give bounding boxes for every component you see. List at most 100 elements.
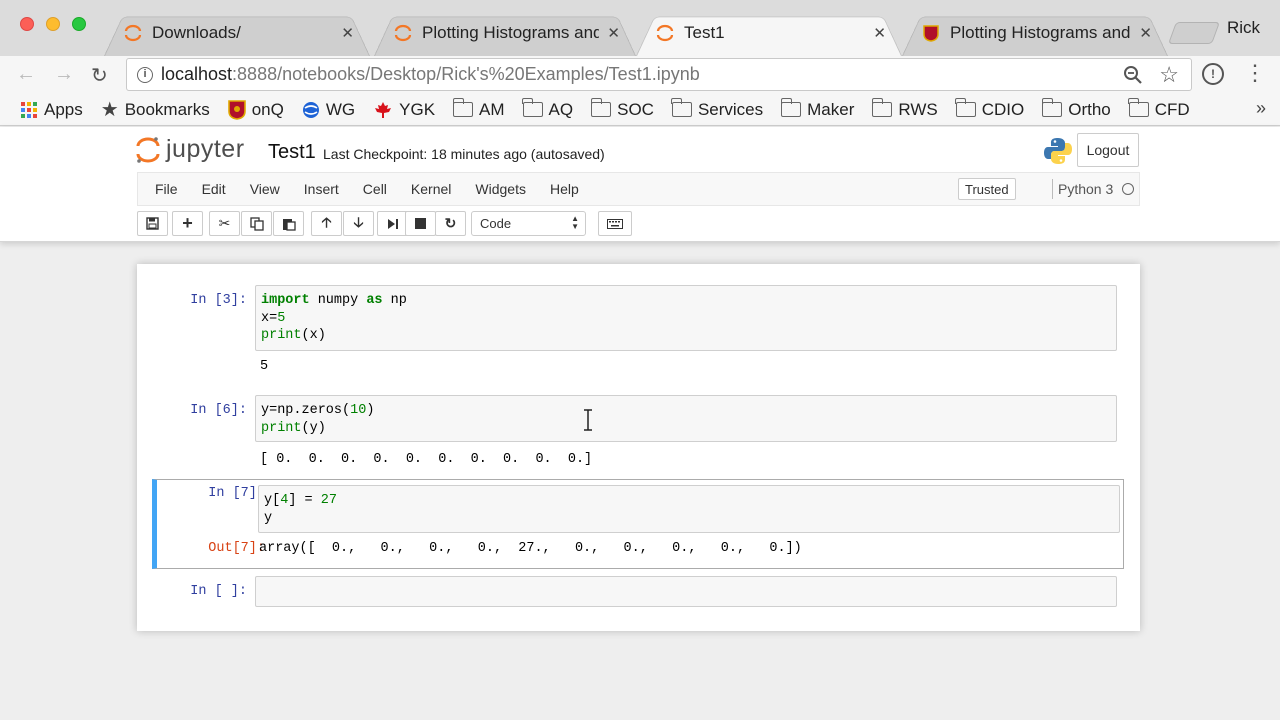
move-down-button[interactable]: 🡣	[343, 211, 374, 236]
bookmark-rws[interactable]: RWS	[871, 98, 938, 120]
code-cell-empty[interactable]: In [ ]:	[137, 576, 1140, 610]
bookmark-ygk[interactable]: YGK	[373, 100, 435, 120]
browser-menu-icon[interactable]: ⋮	[1244, 60, 1266, 86]
code-line: y[4] = 27	[264, 492, 1114, 510]
input-prompt: In [3]:	[190, 293, 247, 308]
bookmark-wg[interactable]: WG	[302, 100, 355, 120]
logout-button[interactable]: Logout	[1077, 133, 1139, 167]
bookmark-label: WG	[325, 99, 356, 119]
menu-help[interactable]: Help	[550, 181, 579, 197]
tab-title: Plotting Histograms and D	[950, 23, 1132, 42]
code-input[interactable]	[255, 576, 1117, 607]
command-palette-button[interactable]	[598, 211, 632, 236]
bookmark-label: Ortho	[1068, 99, 1111, 119]
address-bar[interactable]: i localhost:8888/notebooks/Desktop/Rick'…	[126, 58, 1192, 91]
new-tab-button[interactable]	[1167, 22, 1221, 44]
cut-button[interactable]: ✂	[209, 211, 240, 236]
code-cell-selected[interactable]: In [7]: y[4] = 27 y Out[7]: array([ 0., 0…	[152, 479, 1124, 569]
bookmark-label: CFD	[1154, 99, 1190, 119]
tab-close-icon[interactable]: ✕	[1139, 24, 1152, 42]
bookmark-am[interactable]: AM	[452, 98, 505, 120]
browser-tab-test1[interactable]: Test1 ✕	[636, 10, 902, 56]
code-token: y	[264, 510, 273, 526]
bookmark-soc[interactable]: SOC	[590, 98, 654, 120]
code-token: y[	[264, 493, 281, 508]
code-input[interactable]: import numpy as np x=5 print(x)	[255, 285, 1117, 351]
code-input[interactable]: y[4] = 27 y	[258, 485, 1120, 533]
browser-tab-plotting-2[interactable]: Plotting Histograms and D ✕	[902, 10, 1168, 56]
code-cell[interactable]: In [6]: y=np.zeros(10) print(y) [ 0. 0. 0…	[137, 395, 1140, 475]
url-path: :8888/notebooks/Desktop/Rick's%20Example…	[232, 64, 700, 84]
bookmark-label: Apps	[44, 99, 83, 119]
zoom-icon[interactable]	[1123, 65, 1143, 85]
folder-icon	[452, 98, 474, 117]
paste-button[interactable]	[273, 211, 304, 236]
bookmarks-bar: Apps ★ Bookmarks onQ WG YGK AM AQ SOC Se…	[0, 94, 1280, 126]
notebook-name[interactable]: Test1	[268, 141, 316, 164]
code-cell[interactable]: In [3]: import numpy as np x=5 print(x) 5	[137, 285, 1140, 385]
window-zoom-button[interactable]	[72, 17, 86, 31]
code-line: y	[264, 510, 1114, 528]
bookmark-label: onQ	[251, 99, 284, 119]
bookmark-bookmarks[interactable]: ★ Bookmarks	[101, 97, 210, 122]
output-prompt: Out[7]:	[208, 541, 265, 556]
menu-insert[interactable]: Insert	[304, 181, 339, 197]
profile-name[interactable]: Rick	[1227, 18, 1260, 38]
globe-icon	[302, 101, 320, 119]
jupyter-logo-text: jupyter	[166, 135, 245, 163]
save-button[interactable]	[137, 211, 168, 236]
bookmark-aq[interactable]: AQ	[522, 98, 573, 120]
bookmarks-overflow-icon[interactable]: »	[1256, 98, 1266, 119]
menu-cell[interactable]: Cell	[363, 181, 387, 197]
bookmark-cdio[interactable]: CDIO	[955, 98, 1024, 120]
site-info-icon[interactable]: i	[137, 66, 153, 83]
menu-edit[interactable]: Edit	[202, 181, 226, 197]
code-line: print(x)	[261, 327, 1111, 345]
run-button[interactable]	[377, 211, 408, 236]
checkpoint-status: Last Checkpoint: 18 minutes ago (autosav…	[323, 146, 605, 162]
bookmark-ortho[interactable]: Ortho	[1041, 98, 1111, 120]
back-arrow-icon[interactable]: ←	[16, 63, 36, 86]
code-token: )	[366, 403, 375, 418]
bookmark-apps[interactable]: Apps	[20, 100, 83, 120]
tab-close-icon[interactable]: ✕	[607, 24, 620, 42]
code-token: numpy	[309, 293, 367, 308]
restart-button[interactable]: ↻	[435, 211, 466, 236]
add-cell-icon: +	[182, 213, 193, 233]
insert-cell-button[interactable]: +	[172, 211, 203, 236]
reload-icon[interactable]: ↻	[91, 63, 108, 88]
cell-type-select[interactable]: Code ▲ ▼	[471, 211, 586, 236]
browser-tabstrip: Downloads/ ✕ Plotting Histograms and D ✕…	[0, 0, 1280, 56]
browser-tab-downloads[interactable]: Downloads/ ✕	[104, 10, 370, 56]
tab-close-icon[interactable]: ✕	[341, 24, 354, 42]
bookmark-label: Services	[697, 99, 764, 119]
extension-icon[interactable]: !	[1202, 63, 1224, 85]
bookmark-services[interactable]: Services	[671, 98, 764, 120]
browser-tab-plotting-1[interactable]: Plotting Histograms and D ✕	[374, 10, 636, 56]
forward-arrow-icon[interactable]: →	[54, 63, 74, 86]
code-input[interactable]: y=np.zeros(10) print(y)	[255, 395, 1117, 442]
copy-button[interactable]	[241, 211, 272, 236]
trusted-indicator[interactable]: Trusted	[958, 178, 1016, 200]
menu-view[interactable]: View	[250, 181, 280, 197]
code-token: 27	[320, 493, 337, 508]
window-minimize-button[interactable]	[46, 17, 60, 31]
interrupt-button[interactable]	[405, 211, 436, 236]
bookmark-star-icon[interactable]: ☆	[1159, 62, 1179, 88]
move-up-icon: 🡡	[321, 213, 332, 230]
code-line: y=np.zeros(10)	[261, 402, 1111, 420]
run-icon	[387, 218, 398, 229]
jupyter-logo[interactable]: jupyter	[136, 135, 245, 164]
tab-close-icon[interactable]: ✕	[873, 24, 886, 42]
menu-widgets[interactable]: Widgets	[475, 181, 526, 197]
kernel-idle-icon	[1122, 183, 1134, 195]
select-arrows-icon: ▲ ▼	[571, 214, 579, 231]
menu-kernel[interactable]: Kernel	[411, 181, 451, 197]
bookmark-onq[interactable]: onQ	[227, 99, 284, 120]
window-close-button[interactable]	[20, 17, 34, 31]
bookmark-cfd[interactable]: CFD	[1128, 98, 1190, 120]
move-up-button[interactable]: 🡡	[311, 211, 342, 236]
bookmark-maker[interactable]: Maker	[780, 98, 854, 120]
crest-icon	[227, 99, 246, 120]
menu-file[interactable]: File	[155, 181, 178, 197]
